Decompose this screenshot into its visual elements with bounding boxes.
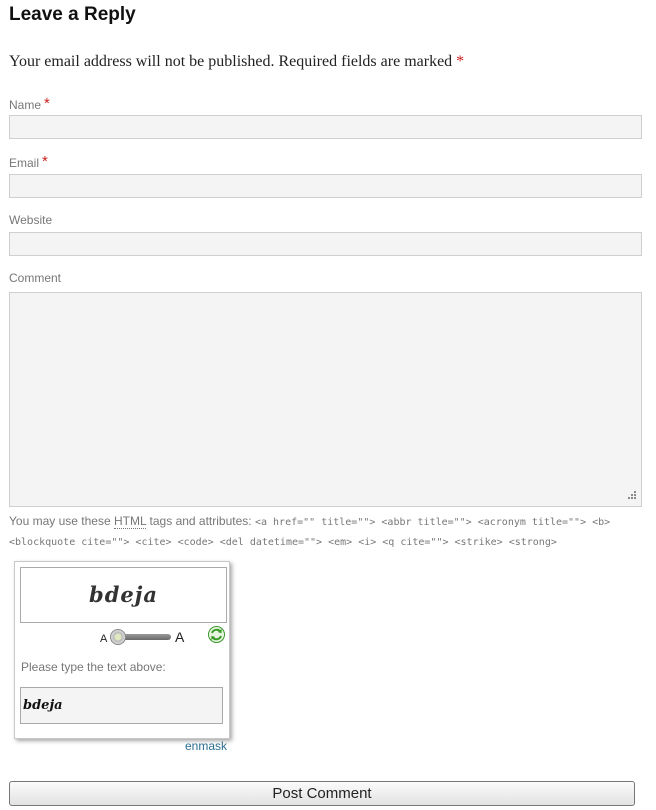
name-field[interactable] [9,115,642,139]
zoom-slider-thumb[interactable] [110,629,126,645]
comment-notes: Your email address will not be published… [9,53,464,71]
resize-grip-icon[interactable] [625,490,637,502]
captcha-prompt: Please type the text above: [21,660,166,674]
allowed-tags-suffix: tags and attributes: [149,514,252,528]
zoom-small-label: A [100,633,108,645]
website-label-text: Website [9,213,53,227]
name-required-mark: * [44,95,50,112]
enmask-link[interactable]: enmask [185,739,227,753]
website-field[interactable] [9,232,642,256]
comment-textarea[interactable] [9,292,642,507]
comment-notes-text: Your email address will not be published… [9,53,453,70]
allowed-tags-prefix: You may use these [9,514,111,528]
reply-title: Leave a Reply [9,4,136,25]
email-label-text: Email [9,156,40,170]
name-label: Name * [9,95,50,113]
comment-label: Comment [9,271,61,285]
allowed-tags-note: You may use these HTML tags and attribut… [9,512,649,552]
required-mark: * [456,53,465,70]
html-abbr: HTML [113,514,147,529]
comment-label-text: Comment [9,271,62,285]
email-field[interactable] [9,174,642,198]
refresh-icon[interactable] [208,626,225,643]
captcha-widget: bdeja A A Please type the text above: [14,561,230,739]
captcha-image: bdeja [20,567,227,623]
zoom-large-label: A [175,629,185,645]
post-comment-button[interactable]: Post Comment [9,781,635,806]
name-label-text: Name [9,98,42,112]
captcha-input[interactable] [20,687,223,724]
email-required-mark: * [42,153,48,170]
website-label: Website [9,213,52,227]
email-label: Email * [9,153,48,171]
